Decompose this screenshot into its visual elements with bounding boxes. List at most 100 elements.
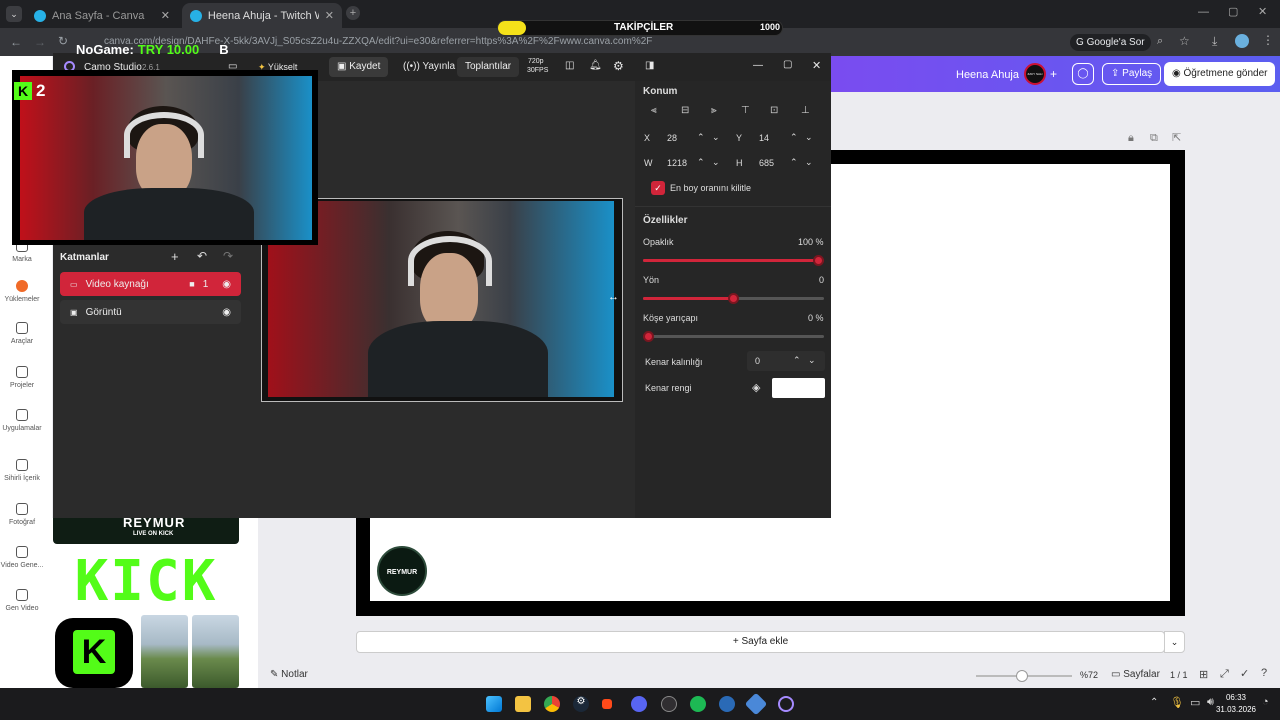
download-icon[interactable]: ⤓ — [1212, 34, 1217, 49]
media-app-icon[interactable] — [602, 699, 612, 709]
opacity-slider-knob[interactable] — [813, 255, 824, 266]
rail-item-video-gen[interactable]: Video Gene... — [0, 546, 44, 569]
layer-video-source[interactable]: ▭ Video kaynağı ■ 1 ◉ — [60, 272, 241, 296]
browser-menu-icon[interactable]: ⋮ — [1262, 33, 1274, 47]
chrome-icon[interactable] — [544, 696, 560, 712]
direction-slider[interactable] — [643, 293, 824, 304]
fullscreen-icon[interactable]: ⤢ — [1220, 668, 1229, 681]
x-stepper-icon[interactable]: ⌃ ⌄ — [697, 132, 720, 143]
align-center-icon[interactable]: ⊟ — [681, 105, 689, 116]
thumbnail-reymur-banner[interactable]: REYMUR LIVE ON KICK — [53, 515, 239, 544]
close-tab-icon[interactable]: ✕ — [325, 9, 334, 22]
x-input[interactable]: 28 — [667, 133, 677, 143]
border-color-swatch[interactable] — [772, 378, 825, 398]
rail-item-gen-video[interactable]: Gen Video — [0, 589, 44, 612]
tab-canva-home[interactable]: Ana Sayfa - Canva ✕ — [26, 3, 178, 28]
camo-close-icon[interactable]: ✕ — [812, 59, 821, 72]
back-icon[interactable]: ← — [10, 35, 22, 49]
window-restore-icon[interactable]: ▢ — [1228, 5, 1238, 18]
help-icon[interactable]: ? — [1261, 667, 1267, 679]
share-button[interactable]: ⇪ Paylaş — [1102, 63, 1162, 85]
pages-button[interactable]: ▭ Sayfalar — [1111, 669, 1160, 680]
corner-radius-slider-knob[interactable] — [643, 331, 654, 342]
panel-toggle-icon[interactable]: ◨ — [645, 60, 654, 71]
file-explorer-icon[interactable] — [515, 696, 531, 712]
border-width-stepper-icon[interactable]: ⌃ ⌄ — [793, 355, 816, 366]
tab-menu-icon[interactable]: ⌄ — [6, 6, 22, 22]
settings-gear-icon[interactable]: ⚙ — [613, 59, 624, 73]
lock-ratio-checkbox[interactable]: ✓ — [651, 181, 665, 195]
add-page-button[interactable]: + Sayfa ekle — [356, 631, 1165, 653]
bookmark-star-icon[interactable]: ☆ — [1179, 34, 1190, 48]
window-close-icon[interactable]: ✕ — [1258, 5, 1267, 18]
y-input[interactable]: 14 — [759, 133, 769, 143]
close-tab-icon[interactable]: ✕ — [161, 9, 170, 22]
rail-item-tools[interactable]: Araçlar — [0, 322, 44, 345]
w-input[interactable]: 1218 — [667, 158, 687, 168]
rail-item-magic[interactable]: Sihirli İçerik — [0, 459, 44, 482]
network-icon[interactable]: ▭ — [1190, 696, 1200, 709]
tray-chevron-icon[interactable]: ⌃ — [1150, 697, 1158, 708]
thumbnail-kick-logo[interactable]: KICK — [53, 549, 239, 614]
layout-icon[interactable]: ◫ — [565, 60, 574, 71]
google-ask-button[interactable]: G Google'a Sor — [1070, 34, 1151, 51]
align-top-icon[interactable]: ⊤ — [741, 105, 750, 116]
send-to-teacher-button[interactable]: ◉ Öğretmene gönder — [1164, 62, 1276, 86]
camo-app-icon[interactable] — [778, 696, 794, 712]
notes-button[interactable]: ✎ Notlar — [270, 669, 308, 680]
profile-avatar[interactable] — [1235, 34, 1249, 48]
visibility-eye-icon[interactable]: ◉ — [222, 279, 231, 290]
align-middle-icon[interactable]: ⊡ — [770, 105, 778, 116]
clock-time[interactable]: 06:33 — [1222, 693, 1250, 702]
record-button[interactable]: ▣ Kaydet — [329, 57, 389, 77]
redo-icon[interactable]: ↷ — [223, 249, 233, 263]
webcam-preview[interactable] — [268, 201, 614, 397]
comment-icon[interactable]: ◯ — [1072, 63, 1094, 85]
steam-icon[interactable]: ⚙ — [573, 696, 589, 712]
forward-icon[interactable]: → — [34, 35, 46, 49]
h-stepper-icon[interactable]: ⌃ ⌄ — [790, 157, 813, 168]
align-left-icon[interactable]: ⫷ — [651, 105, 657, 116]
rail-item-apps[interactable]: Uygulamalar — [0, 409, 44, 432]
camo-minimize-icon[interactable]: — — [753, 60, 763, 71]
camo-maximize-icon[interactable]: ▢ — [783, 59, 792, 70]
reload-icon[interactable]: ↻ — [58, 34, 68, 48]
border-width-input[interactable]: 0 ⌃ ⌄ — [747, 351, 825, 371]
tab-twitch-webcam[interactable]: Heena Ahuja - Twitch Web Kam ✕ — [182, 3, 342, 28]
thumbnail-photo-1[interactable] — [141, 615, 188, 688]
layer-image[interactable]: ▣ Görüntü ◉ — [60, 300, 241, 324]
direction-slider-knob[interactable] — [728, 293, 739, 304]
rail-item-uploads[interactable]: Yüklemeler — [0, 280, 44, 303]
zoom-search-icon[interactable]: ⌕ — [1157, 35, 1163, 48]
thumbnail-kick-badge[interactable]: K — [55, 618, 133, 688]
paint-bucket-icon[interactable]: ◈ — [752, 381, 760, 394]
spotify-icon[interactable] — [690, 696, 706, 712]
check-icon[interactable]: ✓ — [1240, 667, 1249, 680]
w-stepper-icon[interactable]: ⌃ ⌄ — [697, 157, 720, 168]
rail-item-photos[interactable]: Fotoğraf — [0, 503, 44, 526]
page-duplicate-icon[interactable]: ⧉ — [1150, 132, 1158, 145]
corner-radius-slider[interactable] — [643, 331, 824, 342]
visibility-eye-icon[interactable]: ◉ — [222, 307, 231, 318]
windows-start-icon[interactable] — [486, 696, 502, 712]
undo-icon[interactable]: ↶ — [197, 249, 207, 263]
discord-icon[interactable] — [631, 696, 647, 712]
rail-item-projects[interactable]: Projeler — [0, 366, 44, 389]
page-lock-icon[interactable]: 🔒︎ — [1128, 132, 1134, 145]
zoom-slider-knob[interactable] — [1016, 670, 1028, 682]
thumbnail-photo-2[interactable] — [192, 615, 239, 688]
window-minimize-icon[interactable]: — — [1198, 6, 1209, 18]
user-avatar[interactable]: ZAVY SALI — [1024, 63, 1046, 85]
zoom-value[interactable]: %72 — [1080, 670, 1098, 680]
y-stepper-icon[interactable]: ⌃ ⌄ — [790, 132, 813, 143]
add-layer-icon[interactable]: + — [171, 249, 179, 264]
notifications-bell-icon[interactable]: 🔔︎ — [589, 60, 602, 71]
new-tab-button[interactable]: + — [346, 6, 360, 20]
notification-icon[interactable]: ◔ — [1262, 696, 1269, 708]
microphone-icon[interactable]: 🎙︎ — [1170, 696, 1184, 709]
clock-date[interactable]: 31.03.2026 — [1214, 705, 1258, 714]
page-add-icon[interactable]: ⇱ — [1172, 131, 1181, 144]
opacity-slider[interactable] — [643, 255, 824, 266]
align-bottom-icon[interactable]: ⊥ — [801, 105, 810, 116]
app-icon-8[interactable] — [719, 696, 735, 712]
